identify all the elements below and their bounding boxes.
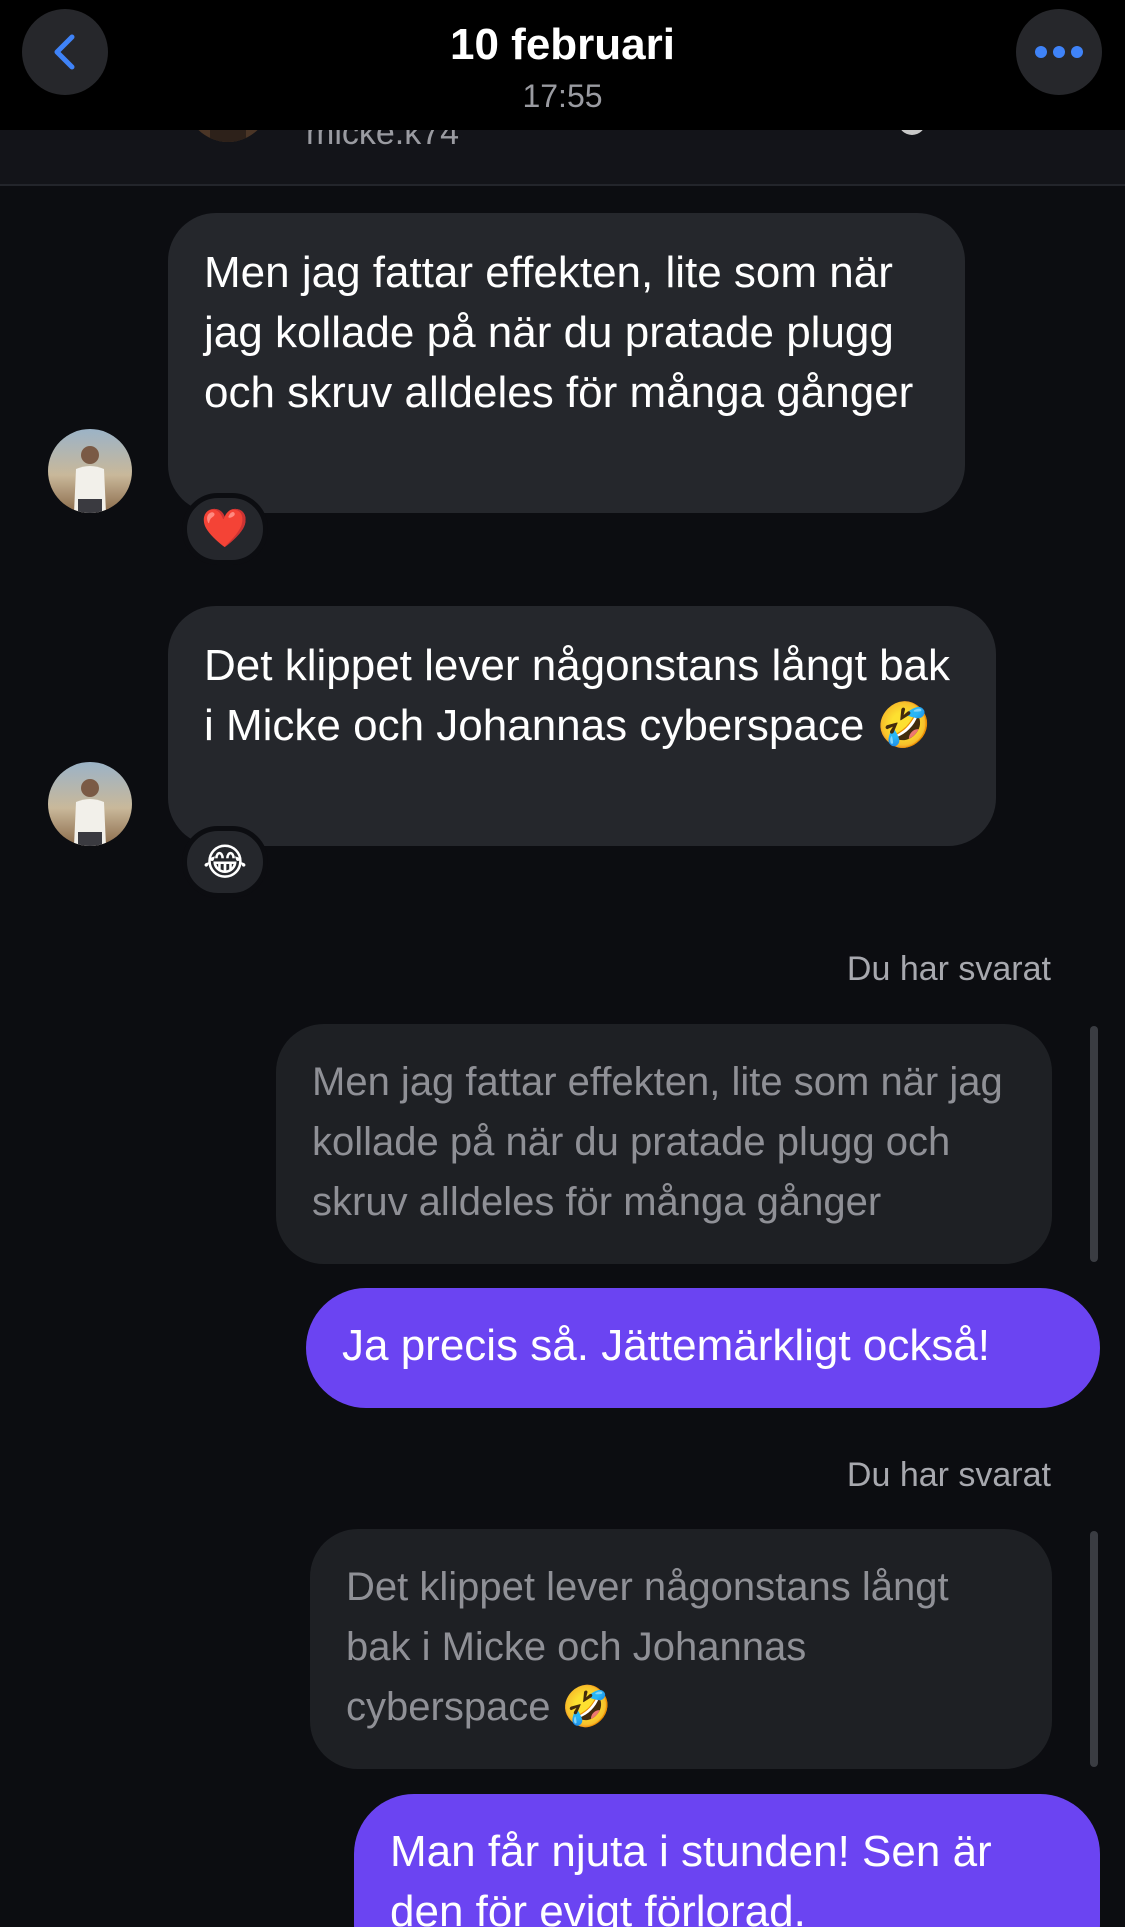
reaction-badge[interactable]: 😂 bbox=[182, 826, 268, 898]
message-text: Det klippet lever någonstans långt bak i… bbox=[204, 641, 951, 750]
avatar[interactable] bbox=[48, 429, 132, 513]
chat-screen: micke.k74 10 februari 17:55 Men jag fatt… bbox=[0, 0, 1125, 1927]
outgoing-message[interactable]: Man får njuta i stunden! Sen är den för … bbox=[354, 1794, 1100, 1927]
message-text: Ja precis så. Jättemärkligt också! bbox=[342, 1321, 991, 1370]
message-text: Men jag fattar effekten, lite som när ja… bbox=[204, 248, 914, 417]
message-text: Man får njuta i stunden! Sen är den för … bbox=[390, 1827, 992, 1927]
reply-label: Du har svarat bbox=[846, 1456, 1051, 1494]
outgoing-message[interactable]: Ja precis så. Jättemärkligt också! bbox=[306, 1288, 1100, 1408]
incoming-message[interactable]: Det klippet lever någonstans långt bak i… bbox=[168, 606, 996, 846]
quote-indicator bbox=[1090, 1531, 1098, 1767]
ellipsis-icon bbox=[1035, 46, 1083, 58]
quoted-message[interactable]: Det klippet lever någonstans långt bak i… bbox=[310, 1529, 1052, 1769]
avatar[interactable] bbox=[48, 762, 132, 846]
reaction-badge[interactable]: ❤️ bbox=[182, 493, 268, 565]
top-bar: 10 februari 17:55 bbox=[0, 0, 1125, 130]
time-label: 17:55 bbox=[522, 78, 603, 114]
reply-label: Du har svarat bbox=[846, 950, 1051, 988]
more-button[interactable] bbox=[1016, 9, 1102, 95]
date-title: 10 februari bbox=[450, 20, 675, 69]
quoted-message[interactable]: Men jag fattar effekten, lite som när ja… bbox=[276, 1024, 1052, 1264]
quote-indicator bbox=[1090, 1026, 1098, 1262]
quoted-text: Men jag fattar effekten, lite som när ja… bbox=[312, 1060, 1003, 1224]
quoted-text: Det klippet lever någonstans långt bak i… bbox=[346, 1565, 949, 1729]
incoming-message[interactable]: Men jag fattar effekten, lite som när ja… bbox=[168, 213, 965, 513]
